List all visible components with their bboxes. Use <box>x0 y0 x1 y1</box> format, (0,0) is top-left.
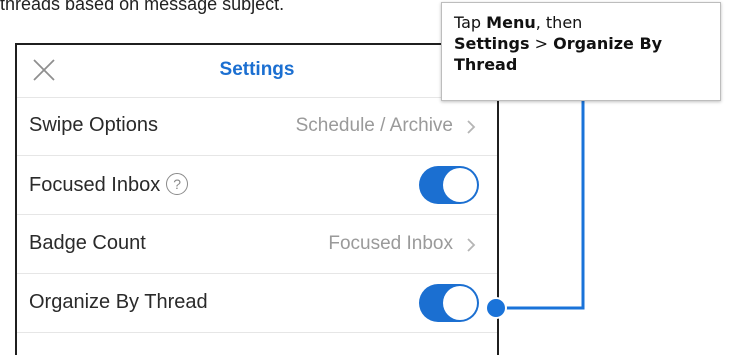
organize-by-thread-toggle[interactable] <box>419 284 479 322</box>
settings-row-focused-inbox: Focused Inbox? <box>17 156 497 215</box>
settings-row-swipe-options[interactable]: Swipe Options Schedule / Archive <box>17 97 497 156</box>
settings-row-badge-count[interactable]: Badge Count Focused Inbox <box>17 215 497 274</box>
toggle-knob <box>443 286 477 320</box>
help-icon[interactable]: ? <box>166 173 189 195</box>
callout-text: , then <box>535 13 583 32</box>
chevron-right-icon <box>467 238 476 252</box>
page-title: Settings <box>219 59 295 80</box>
instruction-callout: Tap Menu, then Settings > Organize By Th… <box>441 2 721 101</box>
row-label-text: Focused Inbox <box>29 174 161 196</box>
focused-inbox-toggle[interactable] <box>419 166 479 204</box>
row-label: Badge Count <box>29 232 146 254</box>
intro-text: threads based on message subject. <box>0 0 285 14</box>
callout-separator: > <box>529 34 554 53</box>
chevron-right-icon <box>467 120 476 134</box>
navbar: Settings <box>17 45 497 98</box>
row-value: Focused Inbox <box>328 233 453 254</box>
toggle-knob <box>443 168 477 202</box>
callout-settings: Settings <box>454 34 530 53</box>
row-label: Swipe Options <box>29 114 158 136</box>
callout-menu: Menu <box>486 13 536 32</box>
settings-screen: Settings Swipe Options Schedule / Archiv… <box>15 43 499 355</box>
row-label: Focused Inbox? <box>29 173 189 197</box>
row-label: Organize By Thread <box>29 291 208 313</box>
settings-row-organize-by-thread: Organize By Thread <box>17 274 497 333</box>
row-value: Schedule / Archive <box>295 115 453 136</box>
callout-text: Tap <box>454 13 487 32</box>
